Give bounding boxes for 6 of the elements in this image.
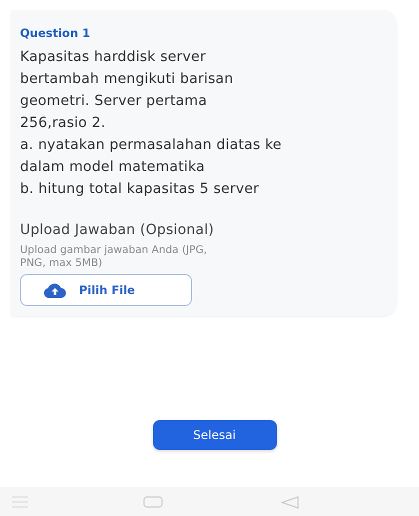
- choose-file-button[interactable]: Pilih File: [20, 274, 192, 306]
- finish-button[interactable]: Selesai: [152, 420, 276, 450]
- question-text: Kapasitas harddisk server bertambah mengikuti barisan geometri. Server pertama 256,rasio 2. a. nyatakan permasalahan diatas ke dalam model matematika b. hitung total kapasitas 5 server: [20, 48, 283, 199]
- upload-title: Upload Jawaban (Opsional): [20, 222, 215, 238]
- question-label: Question 1: [20, 26, 92, 40]
- upload-hint: Upload gambar jawaban Anda (JPG, PNG, max 5MB): [20, 244, 208, 270]
